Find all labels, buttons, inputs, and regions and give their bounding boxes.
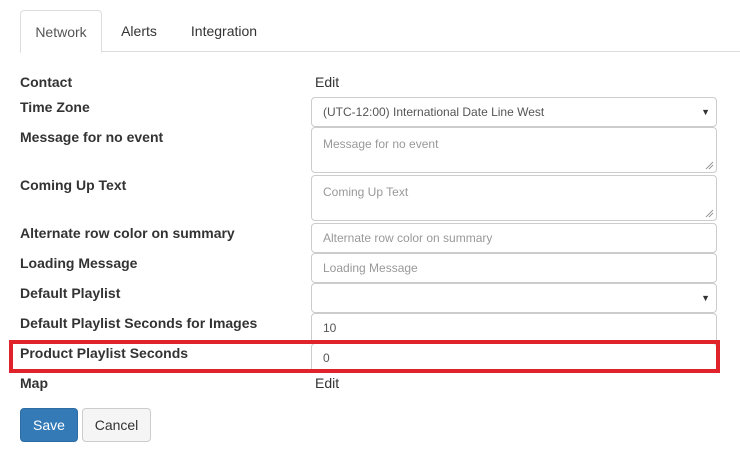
contact-label: Contact <box>20 74 73 90</box>
resize-grip-icon[interactable] <box>705 209 714 218</box>
chevron-down-icon: ▼ <box>701 293 710 303</box>
highlight-box <box>9 340 720 373</box>
contact-edit-link[interactable]: Edit <box>315 74 339 90</box>
save-button[interactable]: Save <box>20 408 78 442</box>
alternate-row-color-input[interactable]: Alternate row color on summary <box>311 223 717 253</box>
chevron-down-icon: ▼ <box>701 107 710 117</box>
default-playlist-select[interactable]: ▼ <box>311 283 717 313</box>
settings-page: Network Alerts Integration Contact Edit … <box>0 0 740 456</box>
default-playlist-seconds-input[interactable]: 10 <box>311 313 717 343</box>
cancel-button[interactable]: Cancel <box>82 408 151 442</box>
tab-bar: Network Alerts Integration <box>20 10 740 53</box>
alternate-row-color-placeholder: Alternate row color on summary <box>323 231 493 245</box>
coming-up-text-textarea[interactable]: Coming Up Text <box>311 175 717 221</box>
loading-message-placeholder: Loading Message <box>323 261 418 275</box>
tab-integration[interactable]: Integration <box>180 10 268 52</box>
tab-alerts[interactable]: Alerts <box>104 10 174 52</box>
loading-message-input[interactable]: Loading Message <box>311 253 717 283</box>
coming-up-text-placeholder: Coming Up Text <box>323 185 409 199</box>
no-event-message-label: Message for no event <box>20 129 164 145</box>
time-zone-select[interactable]: (UTC-12:00) International Date Line West… <box>311 97 717 127</box>
time-zone-label: Time Zone <box>20 99 90 115</box>
default-playlist-seconds-value: 10 <box>323 321 337 335</box>
coming-up-text-label: Coming Up Text <box>20 177 127 193</box>
alternate-row-color-label: Alternate row color on summary <box>20 225 235 241</box>
tab-network[interactable]: Network <box>20 10 102 53</box>
default-playlist-label: Default Playlist <box>20 285 121 301</box>
loading-message-label: Loading Message <box>20 255 138 271</box>
no-event-message-textarea[interactable]: Message for no event <box>311 127 717 173</box>
default-playlist-seconds-label: Default Playlist Seconds for Images <box>20 315 258 331</box>
time-zone-value: (UTC-12:00) International Date Line West <box>323 105 545 119</box>
resize-grip-icon[interactable] <box>705 161 714 170</box>
no-event-message-placeholder: Message for no event <box>323 137 439 151</box>
map-edit-link[interactable]: Edit <box>315 375 339 391</box>
map-label: Map <box>20 375 48 391</box>
